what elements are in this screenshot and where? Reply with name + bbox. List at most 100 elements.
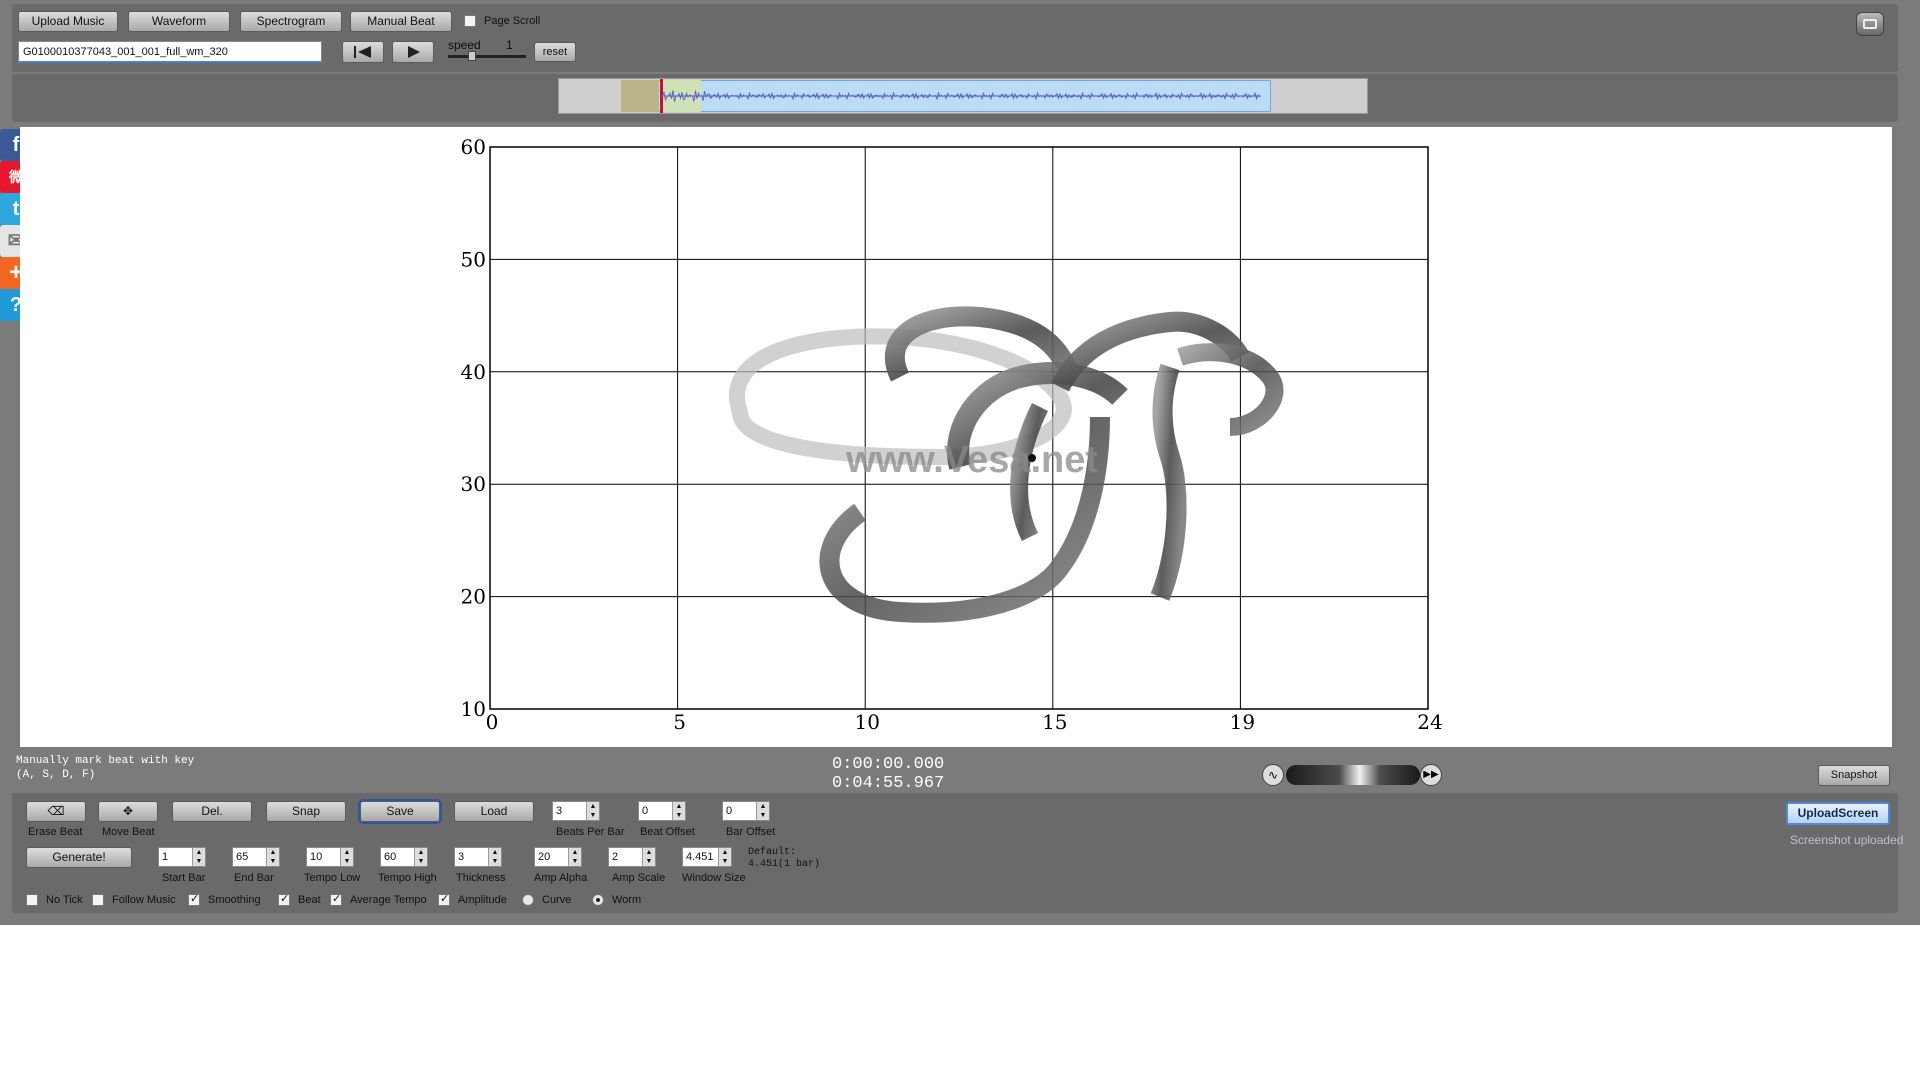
speed-label: speed xyxy=(448,38,481,52)
y-tick-label: 30 xyxy=(461,472,486,496)
beat-offset-label: Beat Offset xyxy=(640,826,695,838)
move-icon: ✥ xyxy=(122,804,134,818)
y-tick-label: 20 xyxy=(461,585,486,609)
amp-alpha-label: Amp Alpha xyxy=(534,872,588,884)
average-tempo-checkbox[interactable] xyxy=(330,892,342,906)
fast-forward-icon[interactable]: ▶▶ xyxy=(1420,764,1442,786)
snap-button[interactable]: Snap xyxy=(266,801,346,822)
speed-slider[interactable] xyxy=(448,51,526,61)
watermark-text: www.Vesa.net xyxy=(845,439,1098,481)
curve-radio[interactable] xyxy=(522,894,534,906)
worm-label: Worm xyxy=(612,894,642,906)
waveform-overview[interactable] xyxy=(558,78,1368,114)
speed-slider-thumb[interactable] xyxy=(468,51,476,61)
smoothing-label: Smoothing xyxy=(208,894,261,906)
tempo-high-label: Tempo High xyxy=(378,872,437,884)
page-scroll-label: Page Scroll xyxy=(484,15,541,27)
thickness-label: Thickness xyxy=(456,872,506,884)
volume-control[interactable]: ∿ ▶▶ xyxy=(1262,764,1442,786)
screenshot-uploaded-text: Screenshot uploaded xyxy=(1790,833,1904,847)
waveform-icon[interactable]: ∿ xyxy=(1262,764,1284,786)
beats-per-bar-input[interactable]: 3 ▲ ▼ xyxy=(552,801,600,821)
tempo-low-label: Tempo Low xyxy=(304,872,361,884)
controls-panel: ⌫ Erase Beat ✥ Move Beat Del. Snap Save … xyxy=(12,793,1903,913)
delete-button[interactable]: Del. xyxy=(172,801,252,822)
top-toolbar: Upload Music Waveform Spectrogram Manual… xyxy=(12,4,1898,72)
x-tick-label: 24 xyxy=(1417,710,1442,734)
default-value: 4.451(1 bar) xyxy=(748,859,821,870)
follow-music-label: Follow Music xyxy=(112,894,176,906)
beat-offset-input[interactable]: 0 ▲ ▼ xyxy=(638,801,686,821)
end-bar-label: End Bar xyxy=(234,872,274,884)
x-tick-label: 19 xyxy=(1230,710,1255,734)
window-size-label: Window Size xyxy=(682,872,746,884)
upload-music-button[interactable]: Upload Music xyxy=(18,11,118,32)
follow-music-checkbox[interactable] xyxy=(92,894,104,906)
window-size-input[interactable]: 4.451 ▲ ▼ xyxy=(682,847,732,867)
thickness-input[interactable]: 3 ▲ ▼ xyxy=(454,847,502,867)
rewind-button[interactable] xyxy=(342,41,384,63)
y-tick-label: 40 xyxy=(461,360,486,384)
amp-scale-label: Amp Scale xyxy=(612,872,666,884)
no-tick-label: No Tick xyxy=(46,894,83,906)
y-tick-label: 10 xyxy=(461,697,486,721)
total-time: 0:04:55.967 xyxy=(832,774,945,793)
bar-offset-input[interactable]: 0 ▲ ▼ xyxy=(722,801,770,821)
beat-marker-region xyxy=(621,80,659,112)
amplitude-label: Amplitude xyxy=(458,894,507,906)
y-tick-label: 50 xyxy=(461,247,486,271)
x-tick-label: 10 xyxy=(854,710,879,734)
tempo-high-input[interactable]: 60 ▲ ▼ xyxy=(380,847,428,867)
hint-line-2: (A, S, D, F) xyxy=(16,769,96,781)
worm-radio[interactable] xyxy=(592,894,604,906)
skip-back-icon xyxy=(354,46,371,58)
beat-checkbox[interactable] xyxy=(278,892,290,906)
average-tempo-label: Average Tempo xyxy=(350,894,427,906)
move-beat-label: Move Beat xyxy=(102,826,155,838)
tempo-low-input[interactable]: 10 ▲ ▼ xyxy=(306,847,354,867)
amp-alpha-input[interactable]: 20 ▲ ▼ xyxy=(534,847,582,867)
x-tick-label: 15 xyxy=(1042,710,1067,734)
manual-beat-button[interactable]: Manual Beat xyxy=(350,11,452,32)
curve-label: Curve xyxy=(542,894,572,906)
start-bar-label: Start Bar xyxy=(162,872,206,884)
speed-value: 1 xyxy=(506,38,513,52)
play-icon xyxy=(408,46,420,58)
x-tick-label: 5 xyxy=(673,710,686,734)
amp-scale-input[interactable]: 2 ▲ ▼ xyxy=(608,847,656,867)
overview-panel xyxy=(12,74,1898,122)
filename-input[interactable]: G0100010377043_001_001_full_wm_320 xyxy=(18,41,322,63)
reset-button[interactable]: reset xyxy=(534,42,576,62)
fullscreen-icon[interactable] xyxy=(1856,12,1884,36)
move-beat-button[interactable]: ✥ xyxy=(98,801,158,822)
visualization-canvas[interactable]: 0 5 10 15 19 24 10 20 30 40 50 60 www.Vesa.net xyxy=(20,127,1892,747)
start-bar-input[interactable]: 1 ▲ ▼ xyxy=(158,847,206,867)
volume-slider[interactable] xyxy=(1286,765,1420,785)
waveform-trace xyxy=(661,90,1261,102)
app-window: Upload Music Waveform Spectrogram Manual… xyxy=(0,0,1920,925)
waveform-button[interactable]: Waveform xyxy=(128,11,230,32)
beat-chart: 0 5 10 15 19 24 10 20 30 40 50 60 www.Vesa.net xyxy=(461,135,1443,734)
spectrogram-button[interactable]: Spectrogram xyxy=(240,11,342,32)
end-bar-input[interactable]: 65 ▲ ▼ xyxy=(232,847,280,867)
erase-beat-label: Erase Beat xyxy=(28,826,83,838)
page-scroll-checkbox[interactable] xyxy=(464,15,476,27)
beats-per-bar-label: Beats Per Bar xyxy=(556,826,625,838)
snapshot-button[interactable]: Snapshot xyxy=(1818,765,1890,786)
eraser-icon: ⌫ xyxy=(47,804,65,818)
load-button[interactable]: Load xyxy=(454,801,534,822)
generate-button[interactable]: Generate! xyxy=(26,847,132,868)
hint-line-1: Manually mark beat with key xyxy=(16,755,195,767)
no-tick-checkbox[interactable] xyxy=(26,894,38,906)
smoothing-checkbox[interactable] xyxy=(188,892,200,906)
erase-beat-button[interactable]: ⌫ xyxy=(26,801,86,822)
default-label: Default: xyxy=(748,847,797,858)
save-button[interactable]: Save xyxy=(358,799,442,824)
amplitude-checkbox[interactable] xyxy=(438,892,450,906)
bar-offset-label: Bar Offset xyxy=(726,826,776,838)
x-tick-label: 0 xyxy=(486,710,499,734)
upload-screen-button[interactable]: UploadScreen xyxy=(1786,802,1890,825)
beat-label: Beat xyxy=(298,894,321,906)
play-button[interactable] xyxy=(392,41,434,63)
y-tick-label: 60 xyxy=(461,135,486,159)
